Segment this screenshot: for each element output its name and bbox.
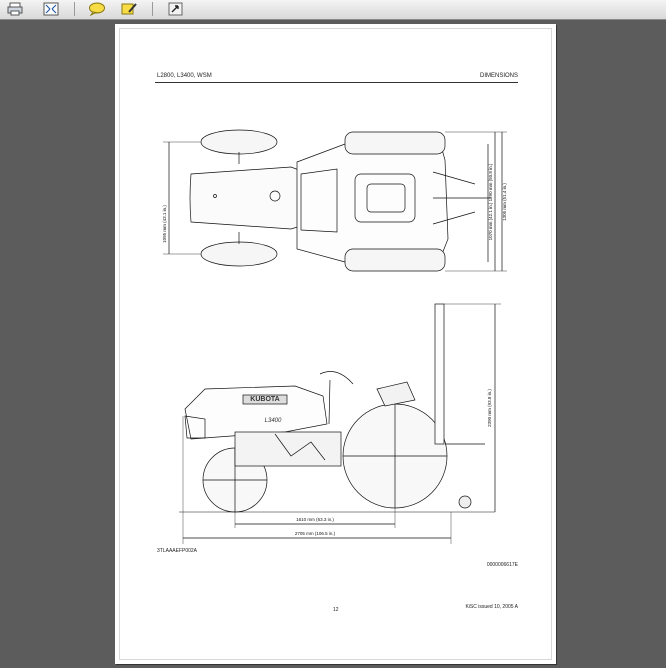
dim-wheelbase: 1610 mm (63.3 in.)	[296, 517, 334, 522]
footer-issue: KiSC issued 10, 2005 A	[465, 604, 518, 610]
highlight-icon[interactable]	[118, 0, 140, 17]
front-wheel-bottom	[200, 241, 278, 267]
tools-icon[interactable]	[165, 0, 187, 17]
toolbar-separator	[152, 2, 153, 16]
document-code: 0000006617E	[486, 562, 518, 568]
dim-height: 2390 mm (93.8 in.)	[487, 389, 492, 427]
print-icon[interactable]	[4, 0, 26, 17]
front-wheel-top	[200, 129, 278, 155]
dim-width-front: 1095 mm (43.1 in.)	[162, 205, 167, 243]
rear-wheel-right	[344, 248, 446, 272]
pdf-page: L2800, L3400, WSM DIMENSIONS 1095 mm (43…	[115, 24, 556, 664]
toolbar-separator	[74, 2, 75, 16]
dim-length: 2705 mm (106.5 in.)	[295, 531, 336, 536]
rops-frame	[434, 303, 445, 445]
dim-width-rear: 1070 mm (42.1 in.) 1290 mm (50.8 in.)	[488, 163, 493, 240]
viewer-toolbar	[0, 0, 666, 20]
dimension-drawing: 1095 mm (43.1 in.) 1070 mm (42.1 in.) 12…	[162, 129, 507, 544]
hood-side-view	[184, 385, 328, 440]
page-number: 12	[333, 607, 339, 613]
document-viewer[interactable]: L2800, L3400, WSM DIMENSIONS 1095 mm (43…	[0, 20, 666, 668]
rear-body-top-view	[296, 141, 449, 263]
dim-overall-width: 1305 mm (51.4 in.)	[502, 183, 507, 221]
model-badge: L3400	[265, 418, 282, 424]
rear-wheel-left	[344, 131, 446, 155]
brand-logo: KUBOTA	[250, 396, 279, 403]
fit-page-icon[interactable]	[40, 0, 62, 17]
comment-icon[interactable]	[86, 0, 108, 17]
figure-code: 3TLAAAEFP002A	[157, 548, 198, 554]
